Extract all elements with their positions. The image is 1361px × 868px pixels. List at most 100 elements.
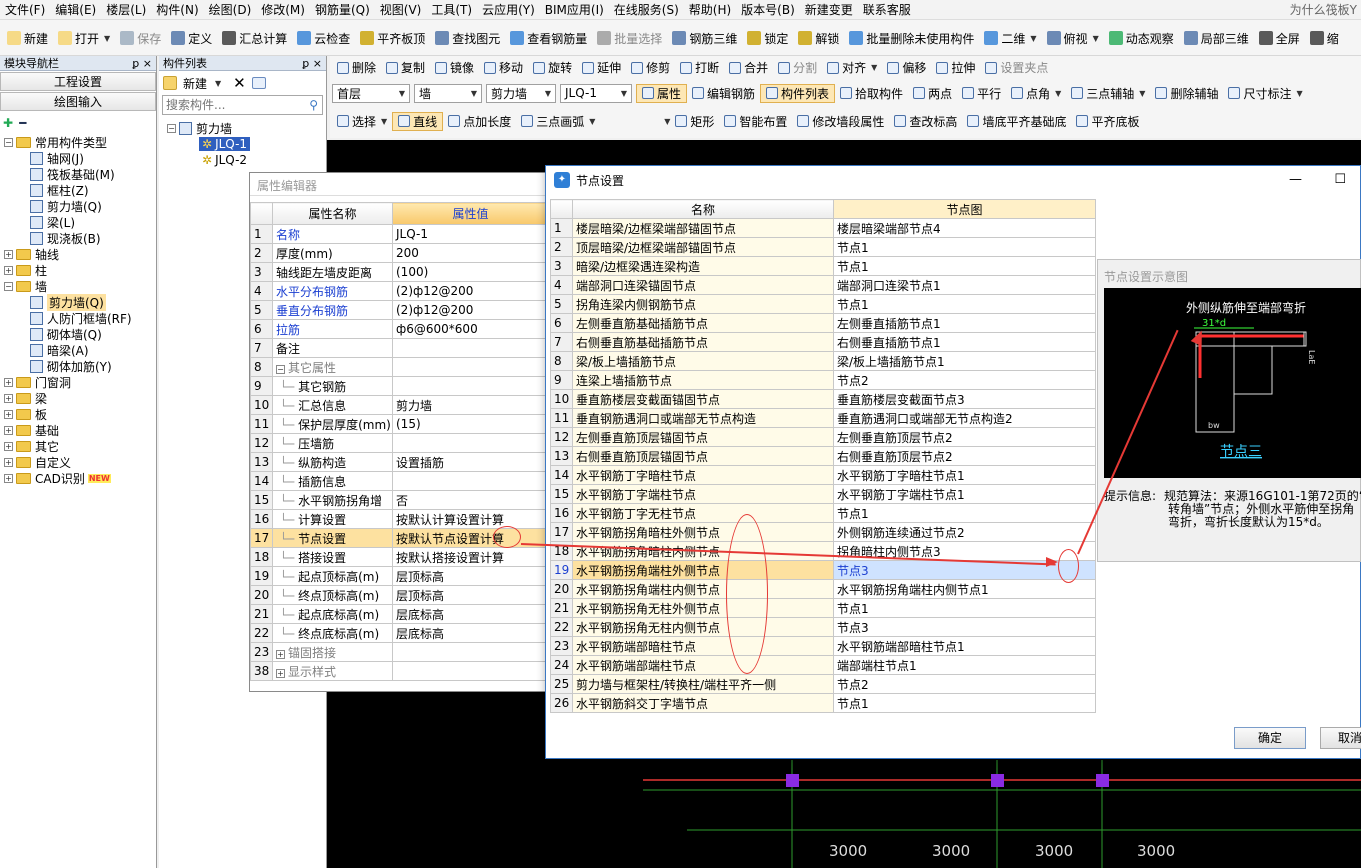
prop-row[interactable]: 20 └─ 终点顶标高(m) 层顶标高 bbox=[250, 585, 549, 605]
edit-tool-button[interactable]: 删除 bbox=[332, 58, 381, 77]
prop-value-cell[interactable]: (2)ф12@200 bbox=[392, 300, 549, 320]
layer-combo[interactable]: 首层 ▼ bbox=[332, 83, 410, 103]
prop-value-cell[interactable]: 层顶标高 bbox=[392, 585, 549, 605]
node-figure-cell[interactable]: 节点1 bbox=[833, 237, 1096, 257]
draw-tool-button[interactable]: 矩形 bbox=[670, 112, 719, 131]
toolbar-button[interactable]: 查找图元 bbox=[430, 29, 505, 48]
prop-row[interactable]: 1 名称 JLQ-1 bbox=[250, 224, 549, 244]
menu-item[interactable]: 修改(M) bbox=[256, 0, 310, 19]
node-row[interactable]: 15 水平钢筋丁字端柱节点 水平钢筋丁字端柱节点1 bbox=[550, 484, 1096, 504]
toolbar-button[interactable]: 钢筋三维 bbox=[667, 29, 742, 48]
project-settings-button[interactable]: 工程设置 bbox=[0, 72, 156, 91]
toolbar-button[interactable]: 局部三维 bbox=[1179, 29, 1254, 48]
prop-value-cell[interactable] bbox=[392, 661, 549, 681]
prop-row[interactable]: 2 厚度(mm) 200 bbox=[250, 243, 549, 263]
edit-tool-button[interactable]: 复制 bbox=[381, 58, 430, 77]
edit-tool-button[interactable]: 对齐 ▼ bbox=[822, 58, 882, 77]
node-row[interactable]: 13 右侧垂直筋顶层锚固节点 右侧垂直筋顶层节点2 bbox=[550, 446, 1096, 466]
prop-value-cell[interactable]: 剪力墙 bbox=[392, 395, 549, 415]
prop-row[interactable]: 38 + 显示样式 bbox=[250, 661, 549, 681]
prop-row[interactable]: 10 └─ 汇总信息 剪力墙 bbox=[250, 395, 549, 415]
nav-tree-item[interactable]: 筏板基础(M) bbox=[2, 166, 156, 182]
node-row[interactable]: 25 剪力墙与框架柱/转换柱/端柱平齐一侧 节点2 bbox=[550, 674, 1096, 694]
expand-icon[interactable]: + bbox=[4, 457, 13, 467]
menu-item[interactable]: 云应用(Y) bbox=[477, 0, 540, 19]
toolbar-button[interactable]: 汇总计算 bbox=[217, 29, 292, 48]
prop-row[interactable]: 22 └─ 终点底标高(m) 层底标高 bbox=[250, 623, 549, 643]
node-row[interactable]: 7 右侧垂直筋基础插筋节点 右侧垂直插筋节点1 bbox=[550, 332, 1096, 352]
layer-tool-button[interactable]: 尺寸标注 ▼ bbox=[1223, 84, 1307, 103]
node-row[interactable]: 9 连梁上墙插筋节点 节点2 bbox=[550, 370, 1096, 390]
toolbar-button[interactable]: 定义 bbox=[166, 29, 217, 48]
nav-tree-item[interactable]: + 梁 bbox=[2, 390, 156, 406]
nav-tree-item[interactable]: 砌体加筋(Y) bbox=[2, 358, 156, 374]
node-figure-cell[interactable]: 楼层暗梁端部节点4 bbox=[833, 218, 1096, 238]
expand-icon[interactable]: + bbox=[276, 668, 285, 678]
node-row[interactable]: 24 水平钢筋端部端柱节点 端部端柱节点1 bbox=[550, 655, 1096, 675]
edit-tool-button[interactable]: 分割 bbox=[773, 58, 822, 77]
dropdown-caret-icon[interactable]: ▼ bbox=[1139, 89, 1145, 98]
node-row[interactable]: 18 水平钢筋拐角暗柱内侧节点 拐角暗柱内侧节点3 bbox=[550, 541, 1096, 561]
node-row[interactable]: 8 梁/板上墙插筋节点 梁/板上墙插筋节点1 bbox=[550, 351, 1096, 371]
prop-value-cell[interactable]: 层底标高 bbox=[392, 623, 549, 643]
prop-row[interactable]: 9 └─ 其它钢筋 bbox=[250, 376, 549, 396]
node-row[interactable]: 26 水平钢筋斜交丁字墙节点 节点1 bbox=[550, 693, 1096, 713]
layer-combo[interactable]: 墙 ▼ bbox=[414, 83, 482, 103]
expand-icon[interactable]: + bbox=[4, 265, 13, 275]
node-row[interactable]: 6 左侧垂直筋基础插筋节点 左侧垂直插筋节点1 bbox=[550, 313, 1096, 333]
nav-tree-item[interactable]: + 板 bbox=[2, 406, 156, 422]
layer-combo[interactable]: 剪力墙 ▼ bbox=[486, 83, 556, 103]
nav-tree-item[interactable]: + 柱 bbox=[2, 262, 156, 278]
dropdown-caret-icon[interactable]: ▼ bbox=[1296, 89, 1302, 98]
prop-row[interactable]: 3 轴线距左墙皮距离 (100) bbox=[250, 262, 549, 282]
edit-tool-button[interactable]: 镜像 bbox=[430, 58, 479, 77]
toolbar-button[interactable]: 俯视 ▼ bbox=[1042, 29, 1104, 48]
node-figure-cell[interactable]: 右侧垂直筋顶层节点2 bbox=[833, 446, 1096, 466]
component-item-jlq2[interactable]: ✲ JLQ-2 bbox=[167, 152, 326, 168]
cancel-button[interactable]: 取消 bbox=[1320, 727, 1361, 749]
nav-tree-item[interactable]: 暗梁(A) bbox=[2, 342, 156, 358]
nav-tree-item[interactable]: 砌体墙(Q) bbox=[2, 326, 156, 342]
dropdown-caret-icon[interactable]: ▼ bbox=[1093, 34, 1099, 43]
toolbar-button[interactable]: 查看钢筋量 bbox=[505, 29, 592, 48]
menu-item[interactable]: 钢筋量(Q) bbox=[310, 0, 375, 19]
expand-icon[interactable]: + bbox=[4, 473, 13, 483]
nav-tree-item[interactable]: + 自定义 bbox=[2, 454, 156, 470]
node-row[interactable]: 16 水平钢筋丁字无柱节点 节点1 bbox=[550, 503, 1096, 523]
prop-row[interactable]: 14 └─ 插筋信息 bbox=[250, 471, 549, 491]
edit-tool-button[interactable]: 拉伸 bbox=[931, 58, 980, 77]
nav-tree-item[interactable]: − 常用构件类型 bbox=[2, 134, 156, 150]
toolbar-button[interactable]: 平齐板顶 bbox=[355, 29, 430, 48]
prop-value-cell[interactable] bbox=[392, 357, 549, 377]
component-root[interactable]: − 剪力墙 bbox=[167, 120, 326, 136]
prop-row[interactable]: 18 └─ 搭接设置 按默认搭接设置计算 bbox=[250, 547, 549, 567]
node-row[interactable]: 2 顶层暗梁/边框梁端部锚固节点 节点1 bbox=[550, 237, 1096, 257]
edit-tool-button[interactable]: 合并 bbox=[724, 58, 773, 77]
component-search-input[interactable] bbox=[163, 98, 306, 112]
nav-tree-item[interactable]: 现浇板(B) bbox=[2, 230, 156, 246]
menu-item[interactable]: 工具(T) bbox=[426, 0, 477, 19]
edit-tool-button[interactable]: 打断 bbox=[675, 58, 724, 77]
toolbar-button[interactable]: 二维 ▼ bbox=[979, 29, 1041, 48]
dropdown-caret-icon[interactable]: ▼ bbox=[545, 89, 551, 98]
draw-tool-button[interactable]: 三点画弧 ▼ bbox=[516, 112, 600, 131]
layer-tool-button[interactable]: 两点 bbox=[908, 84, 957, 103]
prop-value-cell[interactable]: ф6@600*600 bbox=[392, 319, 549, 339]
prop-value-cell[interactable]: 按默认搭接设置计算 bbox=[392, 547, 549, 567]
nav-tree-item[interactable]: 剪力墙(Q) bbox=[2, 198, 156, 214]
dropdown-caret-icon[interactable]: ▼ bbox=[381, 117, 387, 126]
column-marker[interactable] bbox=[991, 774, 1004, 787]
dropdown-caret-icon[interactable]: ▼ bbox=[471, 89, 477, 98]
pin-close-icon[interactable]: ꝑ × bbox=[132, 57, 152, 70]
nav-tree-item[interactable]: + 其它 bbox=[2, 438, 156, 454]
toolbar-button[interactable]: 批量选择 bbox=[592, 29, 667, 48]
menu-item[interactable]: 帮助(H) bbox=[684, 0, 736, 19]
expand-icon[interactable]: + bbox=[4, 249, 13, 259]
menu-item[interactable]: 新建变更 bbox=[800, 0, 858, 19]
nav-tree-item[interactable]: 轴网(J) bbox=[2, 150, 156, 166]
toolbar-button[interactable]: 全屏 bbox=[1254, 29, 1305, 48]
node-row[interactable]: 1 楼层暗梁/边框梁端部锚固节点 楼层暗梁端部节点4 bbox=[550, 218, 1096, 238]
nav-tree-item[interactable]: 框柱(Z) bbox=[2, 182, 156, 198]
nav-tree-item[interactable]: + 基础 bbox=[2, 422, 156, 438]
dropdown-caret-icon[interactable]: ▼ bbox=[215, 79, 221, 88]
